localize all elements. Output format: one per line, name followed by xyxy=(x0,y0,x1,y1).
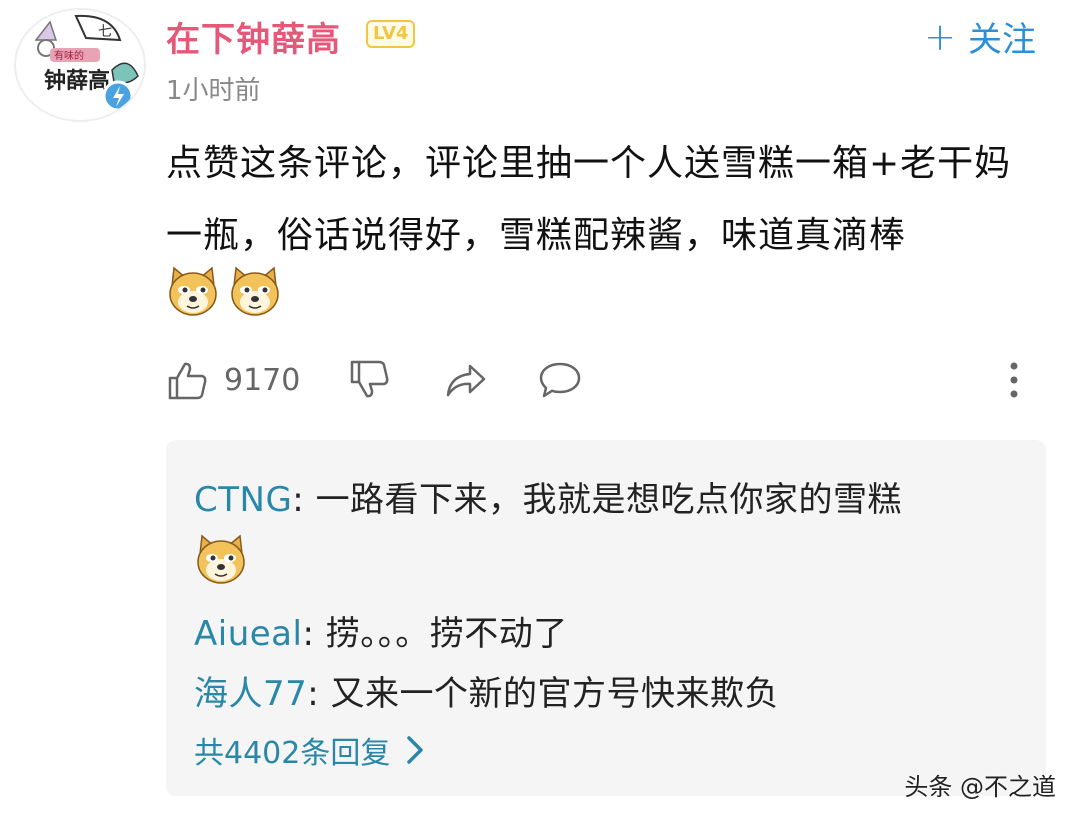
more-replies-label: 共4402条回复 xyxy=(194,736,391,771)
comment-emojis xyxy=(166,264,282,318)
reply-colon: : xyxy=(302,614,326,654)
doge-emoji xyxy=(169,266,217,316)
reply-colon: : xyxy=(292,480,316,520)
reply-text: 捞。。。捞不动了 xyxy=(325,614,568,654)
reply-user[interactable]: CTNG xyxy=(194,480,292,520)
avatar-name: 钟薛高 xyxy=(44,68,110,94)
doge-emoji xyxy=(197,534,245,584)
timestamp: 1小时前 xyxy=(166,76,261,106)
more-icon xyxy=(1010,362,1018,398)
reply-text: 又来一个新的官方号快来欺负 xyxy=(330,674,780,714)
reply-item: Aiueal: 捞。。。捞不动了 xyxy=(194,606,568,655)
avatar-tag: 有味的 xyxy=(54,49,84,62)
plus-icon: + xyxy=(924,14,956,59)
thumbs-up-icon xyxy=(168,362,207,400)
comment-icon xyxy=(540,362,581,398)
share-icon xyxy=(447,364,486,397)
reply-user[interactable]: Aiueal xyxy=(194,614,302,654)
svg-text:七: 七 xyxy=(98,24,112,40)
view-all-replies-link[interactable]: 共4402条回复 xyxy=(194,728,424,772)
share-button[interactable] xyxy=(444,358,488,402)
follow-button[interactable]: + 关注 xyxy=(924,12,1036,61)
comment-text: 点赞这条评论，评论里抽一个人送雪糕一箱+老干妈一瓶，俗话说得好，雪糕配辣酱，味道… xyxy=(166,143,1012,256)
reply-colon: : xyxy=(307,674,331,714)
watermark: 头条 @不之道 xyxy=(904,773,1056,801)
reply-button[interactable] xyxy=(538,358,582,402)
reply-item: CTNG: 一路看下来，我就是想吃点你家的雪糕 xyxy=(194,472,902,521)
dislike-button[interactable] xyxy=(348,358,392,402)
reply-item: 海人77: 又来一个新的官方号快来欺负 xyxy=(194,666,779,715)
reply-user[interactable]: 海人77 xyxy=(194,674,307,714)
comment-actions: 9170 xyxy=(166,350,1036,410)
reply-text: 一路看下来，我就是想吃点你家的雪糕 xyxy=(315,480,903,520)
chevron-right-icon xyxy=(407,736,424,764)
avatar[interactable]: 七 有味的 钟薛高 xyxy=(14,8,146,122)
username[interactable]: 在下钟薛高 xyxy=(166,12,341,61)
follow-label: 关注 xyxy=(968,20,1036,60)
more-button[interactable] xyxy=(992,358,1036,402)
like-button[interactable]: 9170 xyxy=(166,358,300,402)
doge-emoji xyxy=(231,266,279,316)
level-badge: LV4 xyxy=(366,20,416,48)
like-count: 9170 xyxy=(224,362,301,398)
thumbs-down-icon xyxy=(351,360,389,398)
reply-preview[interactable]: CTNG: 一路看下来，我就是想吃点你家的雪糕 Aiueal: 捞。。。捞不动了… xyxy=(166,440,1046,796)
